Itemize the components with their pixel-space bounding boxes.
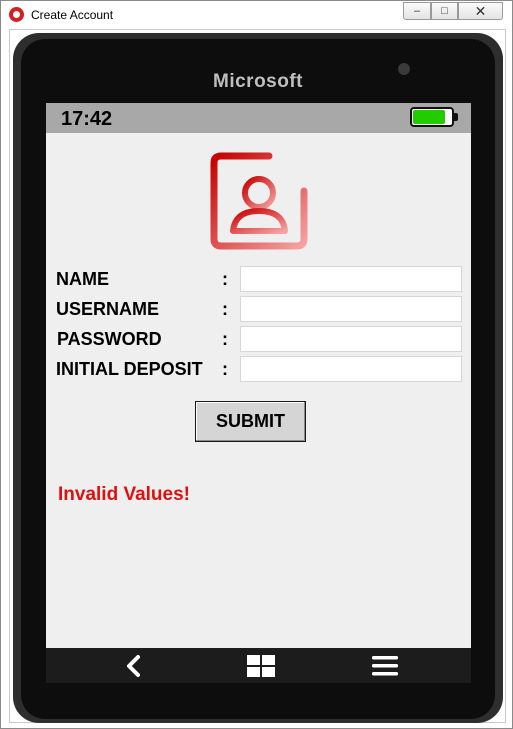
phone-screen: 17:42 NAME : USERNAME : PASSWORD: INITI…	[46, 103, 471, 683]
menu-icon[interactable]	[367, 651, 403, 681]
phone-brand: Microsoft	[213, 71, 303, 92]
password-input[interactable]	[240, 326, 462, 352]
name-label: NAME	[56, 269, 109, 289]
initial-deposit-label: INITIAL DEPOSIT	[56, 359, 203, 379]
nav-bar	[46, 648, 471, 683]
error-message: Invalid Values!	[58, 484, 190, 505]
add-user-icon	[210, 152, 308, 250]
windows-start-icon[interactable]	[243, 651, 279, 681]
app-icon	[9, 7, 24, 22]
submit-button[interactable]: SUBMIT	[195, 401, 306, 442]
initial-deposit-colon: :	[222, 359, 228, 379]
close-button[interactable]: ✕	[458, 2, 503, 20]
username-colon: :	[222, 299, 228, 319]
username-input[interactable]	[240, 296, 462, 322]
window-title: Create Account	[31, 8, 114, 22]
password-label: PASSWORD	[57, 329, 162, 349]
battery-icon	[410, 107, 454, 127]
password-colon: :	[222, 329, 228, 349]
back-icon[interactable]	[116, 651, 152, 681]
battery-fill	[413, 110, 445, 124]
name-colon: :	[222, 269, 228, 289]
minimize-button[interactable]: ‒	[403, 2, 431, 20]
camera-icon	[398, 63, 410, 75]
username-label: USERNAME	[56, 299, 160, 319]
app-window: Create Account ‒ □ ✕ Microsoft 17:42 NAM…	[0, 0, 513, 729]
status-bar: 17:42	[46, 103, 471, 133]
title-bar[interactable]: Create Account ‒ □ ✕	[1, 1, 512, 29]
initial-deposit-input[interactable]	[240, 356, 462, 382]
battery-tip	[454, 113, 458, 121]
maximize-button[interactable]: □	[431, 2, 458, 20]
status-time: 17:42	[61, 108, 113, 130]
name-input[interactable]	[240, 266, 462, 292]
